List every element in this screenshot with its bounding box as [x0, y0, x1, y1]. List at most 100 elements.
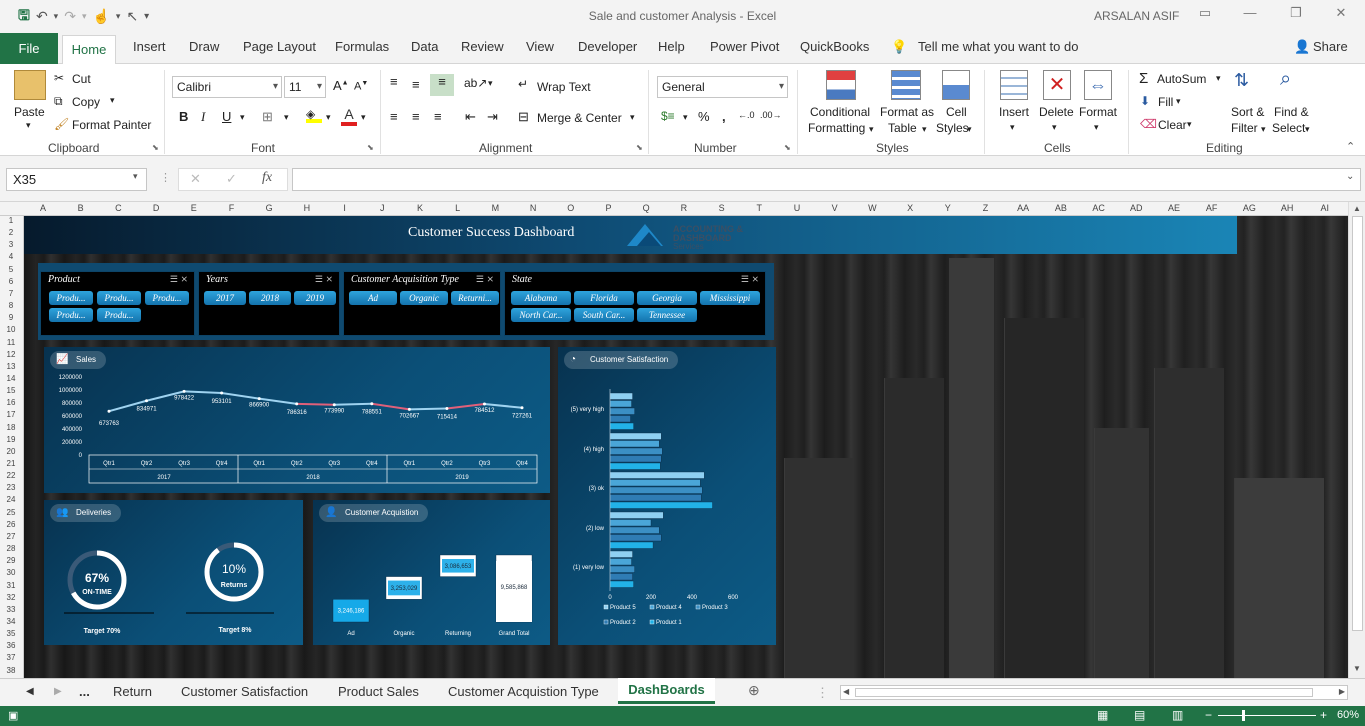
sheet-tab-dashboards[interactable]: DashBoards [618, 678, 715, 704]
scroll-right-icon[interactable]: ▶ [1339, 687, 1345, 696]
insert-cells-button[interactable]: Insert [999, 105, 1029, 119]
column-header[interactable]: Y [933, 203, 963, 213]
row-header[interactable]: 3 [0, 240, 22, 249]
cell-styles-dropdown-icon[interactable]: ▾ [967, 124, 972, 135]
ribbon-display-options-icon[interactable]: ▭ [1190, 5, 1220, 27]
clear-dropdown-icon[interactable]: ▾ [1187, 119, 1192, 130]
minimize-icon[interactable]: — [1235, 5, 1265, 27]
column-header[interactable]: Z [971, 203, 1001, 213]
fill-color-dropdown-icon[interactable]: ▾ [326, 112, 331, 123]
sort-filter-label-1[interactable]: Sort & [1231, 105, 1264, 119]
paste-icon[interactable] [14, 70, 46, 100]
slicer-item[interactable]: Organic [400, 291, 448, 305]
underline-dropdown-icon[interactable]: ▾ [240, 112, 245, 123]
format-painter-icon[interactable]: 🖌 [54, 117, 69, 131]
merge-center-dropdown-icon[interactable]: ▾ [630, 112, 635, 123]
column-header[interactable]: U [782, 203, 812, 213]
zoom-out-icon[interactable]: − [1205, 708, 1212, 722]
slicer-item[interactable]: Ad [349, 291, 397, 305]
cut-button[interactable]: Cut [72, 72, 91, 86]
row-header[interactable]: 23 [0, 483, 22, 492]
autosum-button[interactable]: AutoSum [1157, 72, 1206, 86]
delete-cells-dropdown-icon[interactable]: ▾ [1052, 122, 1057, 133]
formula-input[interactable] [292, 168, 1361, 191]
column-header[interactable]: S [707, 203, 737, 213]
cut-icon[interactable]: ✂ [54, 71, 64, 85]
row-header[interactable]: 17 [0, 410, 22, 419]
more-options-icon[interactable]: ⋮ [160, 171, 171, 184]
row-header[interactable]: 24 [0, 495, 22, 504]
row-header[interactable]: 22 [0, 471, 22, 480]
column-header[interactable]: L [443, 203, 473, 213]
borders-dropdown-icon[interactable]: ▾ [284, 112, 289, 123]
share-person-icon[interactable]: 👤 [1294, 39, 1310, 55]
select-objects-icon[interactable]: ↖ [126, 8, 138, 25]
tab-formulas[interactable]: Formulas [335, 39, 389, 54]
sort-filter-icon[interactable]: ⇅ [1234, 70, 1249, 91]
row-header[interactable]: 18 [0, 423, 22, 432]
zoom-slider-thumb[interactable] [1242, 710, 1245, 721]
column-header[interactable]: I [330, 203, 360, 213]
autosum-icon[interactable]: Σ [1139, 70, 1148, 87]
row-header[interactable]: 20 [0, 447, 22, 456]
sort-filter-label-2[interactable]: Filter [1231, 121, 1258, 135]
cell-styles-label-2[interactable]: Styles [936, 121, 969, 135]
sheet-tab-return[interactable]: Return [113, 684, 152, 699]
row-header[interactable]: 6 [0, 277, 22, 286]
tab-review[interactable]: Review [461, 39, 504, 54]
confirm-entry-icon[interactable]: ✓ [226, 171, 237, 187]
slicer-filter-icons[interactable]: ☰ ⨯ [170, 274, 188, 285]
sheet-tab-customer-acquisition-type[interactable]: Customer Acquistion Type [448, 684, 599, 699]
slicer-item[interactable]: Produ... [49, 291, 93, 305]
undo-dropdown-icon[interactable]: ▾ [54, 11, 59, 22]
column-header[interactable]: AB [1046, 203, 1076, 213]
slicer-acquisition-type[interactable]: Customer Acquisition Type ☰ ⨯ Ad Organic… [343, 271, 501, 336]
accounting-format-icon[interactable]: $≡ [661, 109, 675, 123]
tab-view[interactable]: View [526, 39, 554, 54]
page-break-view-icon[interactable]: ▥ [1172, 708, 1183, 722]
underline-icon[interactable]: U [222, 109, 231, 124]
orientation-dropdown-icon[interactable]: ▾ [488, 78, 493, 89]
insert-cells-icon[interactable] [1000, 70, 1028, 100]
row-header[interactable]: 15 [0, 386, 22, 395]
column-header[interactable]: H [292, 203, 322, 213]
percent-style-icon[interactable]: % [698, 109, 710, 124]
sheet-tab-customer-satisfaction[interactable]: Customer Satisfaction [181, 684, 308, 699]
row-header[interactable]: 25 [0, 508, 22, 517]
slicer-item[interactable]: Produ... [97, 308, 141, 322]
number-launcher-icon[interactable]: ⬊ [784, 143, 791, 152]
find-select-icon[interactable]: ⌕ [1280, 68, 1291, 91]
name-box[interactable]: X35 [6, 168, 147, 191]
row-header[interactable]: 16 [0, 398, 22, 407]
slicer-item[interactable]: Alabama [511, 291, 571, 305]
row-header[interactable]: 9 [0, 313, 22, 322]
cell-styles-label-1[interactable]: Cell [946, 105, 967, 119]
tab-developer[interactable]: Developer [578, 39, 637, 54]
row-header[interactable]: 29 [0, 556, 22, 565]
copy-dropdown-icon[interactable]: ▾ [110, 95, 115, 106]
font-name-combo[interactable]: Calibri [172, 76, 282, 98]
slicer-item[interactable]: North Car... [511, 308, 571, 322]
format-as-table-dropdown-icon[interactable]: ▾ [922, 124, 927, 135]
share-button[interactable]: Share [1313, 39, 1348, 54]
column-header[interactable]: O [556, 203, 586, 213]
delete-cells-button[interactable]: Delete [1039, 105, 1074, 119]
cancel-entry-icon[interactable]: ✕ [190, 171, 201, 187]
row-header[interactable]: 28 [0, 544, 22, 553]
merge-center-icon[interactable]: ⊟ [518, 109, 529, 125]
slicer-filter-icons[interactable]: ☰ ⨯ [315, 274, 333, 285]
tab-home[interactable]: Home [62, 35, 116, 65]
decrease-indent-icon[interactable]: ⇤ [465, 109, 476, 125]
slicer-product[interactable]: Product ☰ ⨯ Produ... Produ... Produ... P… [40, 271, 195, 336]
row-header[interactable]: 32 [0, 593, 22, 602]
format-as-table-label-2[interactable]: Table [888, 121, 917, 135]
increase-indent-icon[interactable]: ⇥ [487, 109, 498, 125]
borders-icon[interactable]: ⊞ [262, 109, 273, 125]
tab-insert[interactable]: Insert [133, 39, 166, 54]
slicer-item[interactable]: 2017 [204, 291, 246, 305]
slicer-item[interactable]: Georgia [637, 291, 697, 305]
slicer-filter-icons[interactable]: ☰ ⨯ [741, 274, 759, 285]
row-header[interactable]: 36 [0, 641, 22, 650]
bottom-align-icon[interactable]: ≡ [430, 74, 454, 96]
slicer-item[interactable]: Produ... [145, 291, 189, 305]
